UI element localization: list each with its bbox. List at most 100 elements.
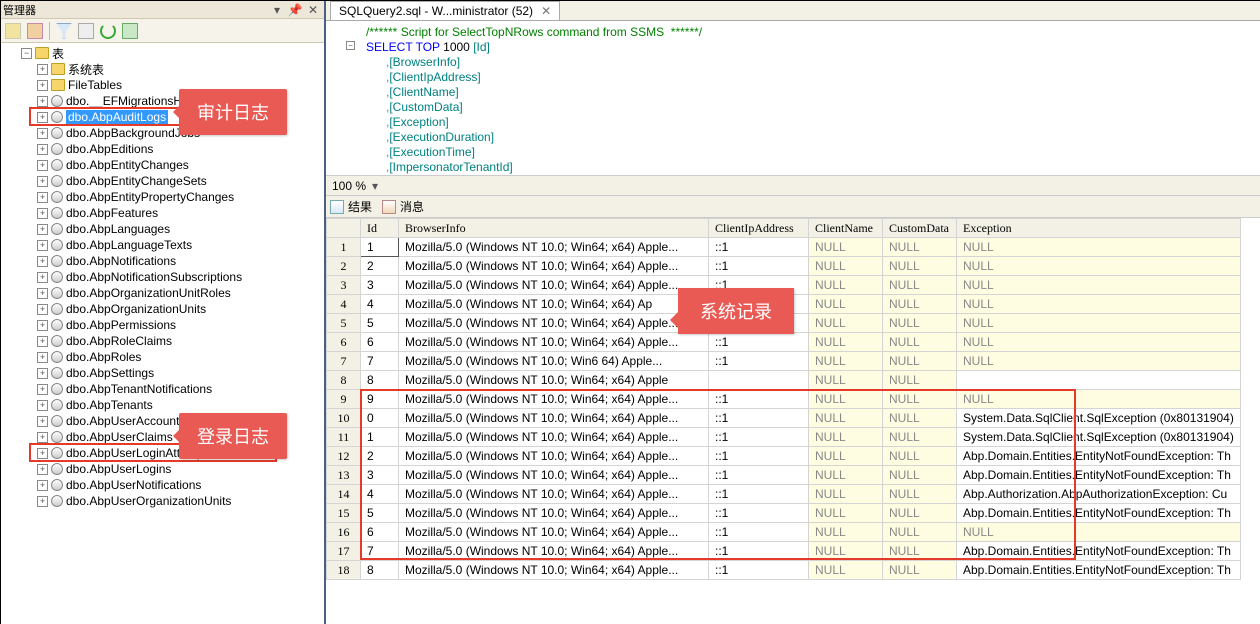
tree-toggle[interactable]: +	[37, 400, 48, 411]
col-header[interactable]: Exception	[957, 219, 1241, 238]
tree-toggle[interactable]: +	[37, 480, 48, 491]
tree-toggle[interactable]: +	[37, 80, 48, 91]
object-tree[interactable]: 审计日志 登录日志 −表+系统表+FileTables+dbo.__EFMigr…	[1, 43, 324, 624]
table-row[interactable]: 66Mozilla/5.0 (Windows NT 10.0; Win64; x…	[327, 333, 1241, 352]
tree-toggle[interactable]: +	[37, 416, 48, 427]
tree-node[interactable]: +dbo.AbpPermissions	[1, 317, 324, 333]
tree-toggle[interactable]: +	[37, 144, 48, 155]
tree-toggle[interactable]: +	[37, 368, 48, 379]
table-row[interactable]: 111Mozilla/5.0 (Windows NT 10.0; Win64; …	[327, 428, 1241, 447]
tree-toggle[interactable]: +	[37, 352, 48, 363]
tree-node[interactable]: +dbo.AbpOrganizationUnits	[1, 301, 324, 317]
tree-toggle[interactable]: +	[37, 240, 48, 251]
nofilter-icon[interactable]	[78, 23, 94, 39]
tree-toggle[interactable]: +	[37, 320, 48, 331]
toolbar-separator	[49, 22, 50, 40]
table-row[interactable]: 166Mozilla/5.0 (Windows NT 10.0; Win64; …	[327, 523, 1241, 542]
tree-node[interactable]: +dbo.AbpEntityChanges	[1, 157, 324, 173]
table-row[interactable]: 11Mozilla/5.0 (Windows NT 10.0; Win64; x…	[327, 238, 1241, 257]
tab-results[interactable]: 结果	[330, 198, 372, 215]
tree-node[interactable]: +dbo.AbpFeatures	[1, 205, 324, 221]
tree-toggle[interactable]: +	[37, 176, 48, 187]
zoom-value[interactable]: 100 %	[332, 179, 366, 193]
close-icon[interactable]: ✕	[304, 3, 322, 17]
table-row[interactable]: 188Mozilla/5.0 (Windows NT 10.0; Win64; …	[327, 561, 1241, 580]
results-grid-wrap[interactable]: IdBrowserInfoClientIpAddressClientNameCu…	[326, 218, 1260, 624]
tree-node[interactable]: +dbo.AbpTenantNotifications	[1, 381, 324, 397]
fold-toggle[interactable]: −	[346, 41, 355, 50]
col-header[interactable]: Id	[361, 219, 399, 238]
tree-node[interactable]: +dbo.AbpOrganizationUnitRoles	[1, 285, 324, 301]
table-row[interactable]: 22Mozilla/5.0 (Windows NT 10.0; Win64; x…	[327, 257, 1241, 276]
tree-node[interactable]: +dbo.AbpUserNotifications	[1, 477, 324, 493]
refresh-icon[interactable]	[100, 23, 116, 39]
tree-node[interactable]: +dbo.AbpRoles	[1, 349, 324, 365]
tree-toggle[interactable]: +	[37, 96, 48, 107]
tree-node[interactable]: +dbo.AbpSettings	[1, 365, 324, 381]
table-row[interactable]: 133Mozilla/5.0 (Windows NT 10.0; Win64; …	[327, 466, 1241, 485]
col-header[interactable]: ClientIpAddress	[709, 219, 809, 238]
dropdown-icon[interactable]: ▾	[268, 3, 286, 17]
tree-toggle[interactable]: +	[37, 464, 48, 475]
table-row[interactable]: 144Mozilla/5.0 (Windows NT 10.0; Win64; …	[327, 485, 1241, 504]
sql-editor[interactable]: − /****** Script for SelectTopNRows comm…	[326, 21, 1260, 176]
tree-toggle[interactable]: +	[37, 288, 48, 299]
results-grid[interactable]: IdBrowserInfoClientIpAddressClientNameCu…	[326, 218, 1241, 580]
tree-toggle[interactable]: +	[37, 208, 48, 219]
table-row[interactable]: 122Mozilla/5.0 (Windows NT 10.0; Win64; …	[327, 447, 1241, 466]
tree-node[interactable]: +dbo.AbpUserOrganizationUnits	[1, 493, 324, 509]
tree-node[interactable]: +dbo.AbpRoleClaims	[1, 333, 324, 349]
tree-toggle[interactable]: +	[37, 304, 48, 315]
tree-node[interactable]: −表	[1, 45, 324, 61]
tree-toggle[interactable]: +	[37, 336, 48, 347]
tree-toggle[interactable]: +	[37, 224, 48, 235]
tree-toggle[interactable]: +	[37, 496, 48, 507]
tree-toggle[interactable]: +	[37, 64, 48, 75]
script-icon[interactable]	[122, 23, 138, 39]
tree-node[interactable]: + dbo.AbpLanguageTexts	[1, 237, 324, 253]
tree-node[interactable]: +dbo.AbpEditions	[1, 141, 324, 157]
editor-tab-bar: SQLQuery2.sql - W...ministrator (52) ✕	[326, 1, 1260, 21]
col-header[interactable]: CustomData	[883, 219, 957, 238]
tree-node[interactable]: +dbo.AbpEntityChangeSets	[1, 173, 324, 189]
tree-toggle[interactable]: +	[37, 272, 48, 283]
tree-toggle[interactable]: +	[37, 384, 48, 395]
sql-comment: /****** Script for SelectTopNRows comman…	[366, 25, 702, 39]
tree-node[interactable]: +dbo.AbpEntityPropertyChanges	[1, 189, 324, 205]
tree-node[interactable]: +dbo.AbpUserLogins	[1, 461, 324, 477]
tree-node[interactable]: +dbo.AbpNotificationSubscriptions	[1, 269, 324, 285]
filter-icon[interactable]	[56, 23, 72, 39]
col-header[interactable]: BrowserInfo	[399, 219, 709, 238]
table-row[interactable]: 177Mozilla/5.0 (Windows NT 10.0; Win64; …	[327, 542, 1241, 561]
tree-node[interactable]: +dbo.AbpTenants	[1, 397, 324, 413]
table-row[interactable]: 155Mozilla/5.0 (Windows NT 10.0; Win64; …	[327, 504, 1241, 523]
tree-toggle[interactable]: +	[37, 112, 48, 123]
pin-icon[interactable]: 📌	[286, 3, 304, 17]
table-icon	[51, 207, 63, 219]
col-header[interactable]: ClientName	[809, 219, 883, 238]
tree-toggle[interactable]: +	[37, 128, 48, 139]
tree-toggle[interactable]: +	[37, 448, 48, 459]
tree-toggle[interactable]: +	[37, 160, 48, 171]
connect-icon[interactable]	[5, 23, 21, 39]
tree-toggle[interactable]: −	[21, 48, 32, 59]
tree-node[interactable]: +dbo.AbpLanguages	[1, 221, 324, 237]
tab-messages[interactable]: 消息	[382, 198, 424, 215]
tree-toggle[interactable]: +	[37, 256, 48, 267]
close-icon[interactable]: ✕	[541, 4, 551, 18]
tree-label: dbo.AbpLanguageTexts	[66, 238, 192, 252]
table-row[interactable]: 100Mozilla/5.0 (Windows NT 10.0; Win64; …	[327, 409, 1241, 428]
editor-tab[interactable]: SQLQuery2.sql - W...ministrator (52) ✕	[330, 1, 560, 20]
table-icon	[51, 367, 63, 379]
table-row[interactable]: 77Mozilla/5.0 (Windows NT 10.0; Win6 64)…	[327, 352, 1241, 371]
tree-toggle[interactable]: +	[37, 192, 48, 203]
table-row[interactable]: 88Mozilla/5.0 (Windows NT 10.0; Win64; x…	[327, 371, 1241, 390]
table-row[interactable]: 99Mozilla/5.0 (Windows NT 10.0; Win64; x…	[327, 390, 1241, 409]
tree-node[interactable]: +dbo.AbpNotifications	[1, 253, 324, 269]
col-header[interactable]	[327, 219, 361, 238]
chevron-down-icon[interactable]: ▾	[372, 179, 378, 193]
tree-node[interactable]: +系统表	[1, 61, 324, 77]
disconnect-icon[interactable]	[27, 23, 43, 39]
callout-login: 登录日志	[179, 413, 287, 459]
tree-toggle[interactable]: +	[37, 432, 48, 443]
